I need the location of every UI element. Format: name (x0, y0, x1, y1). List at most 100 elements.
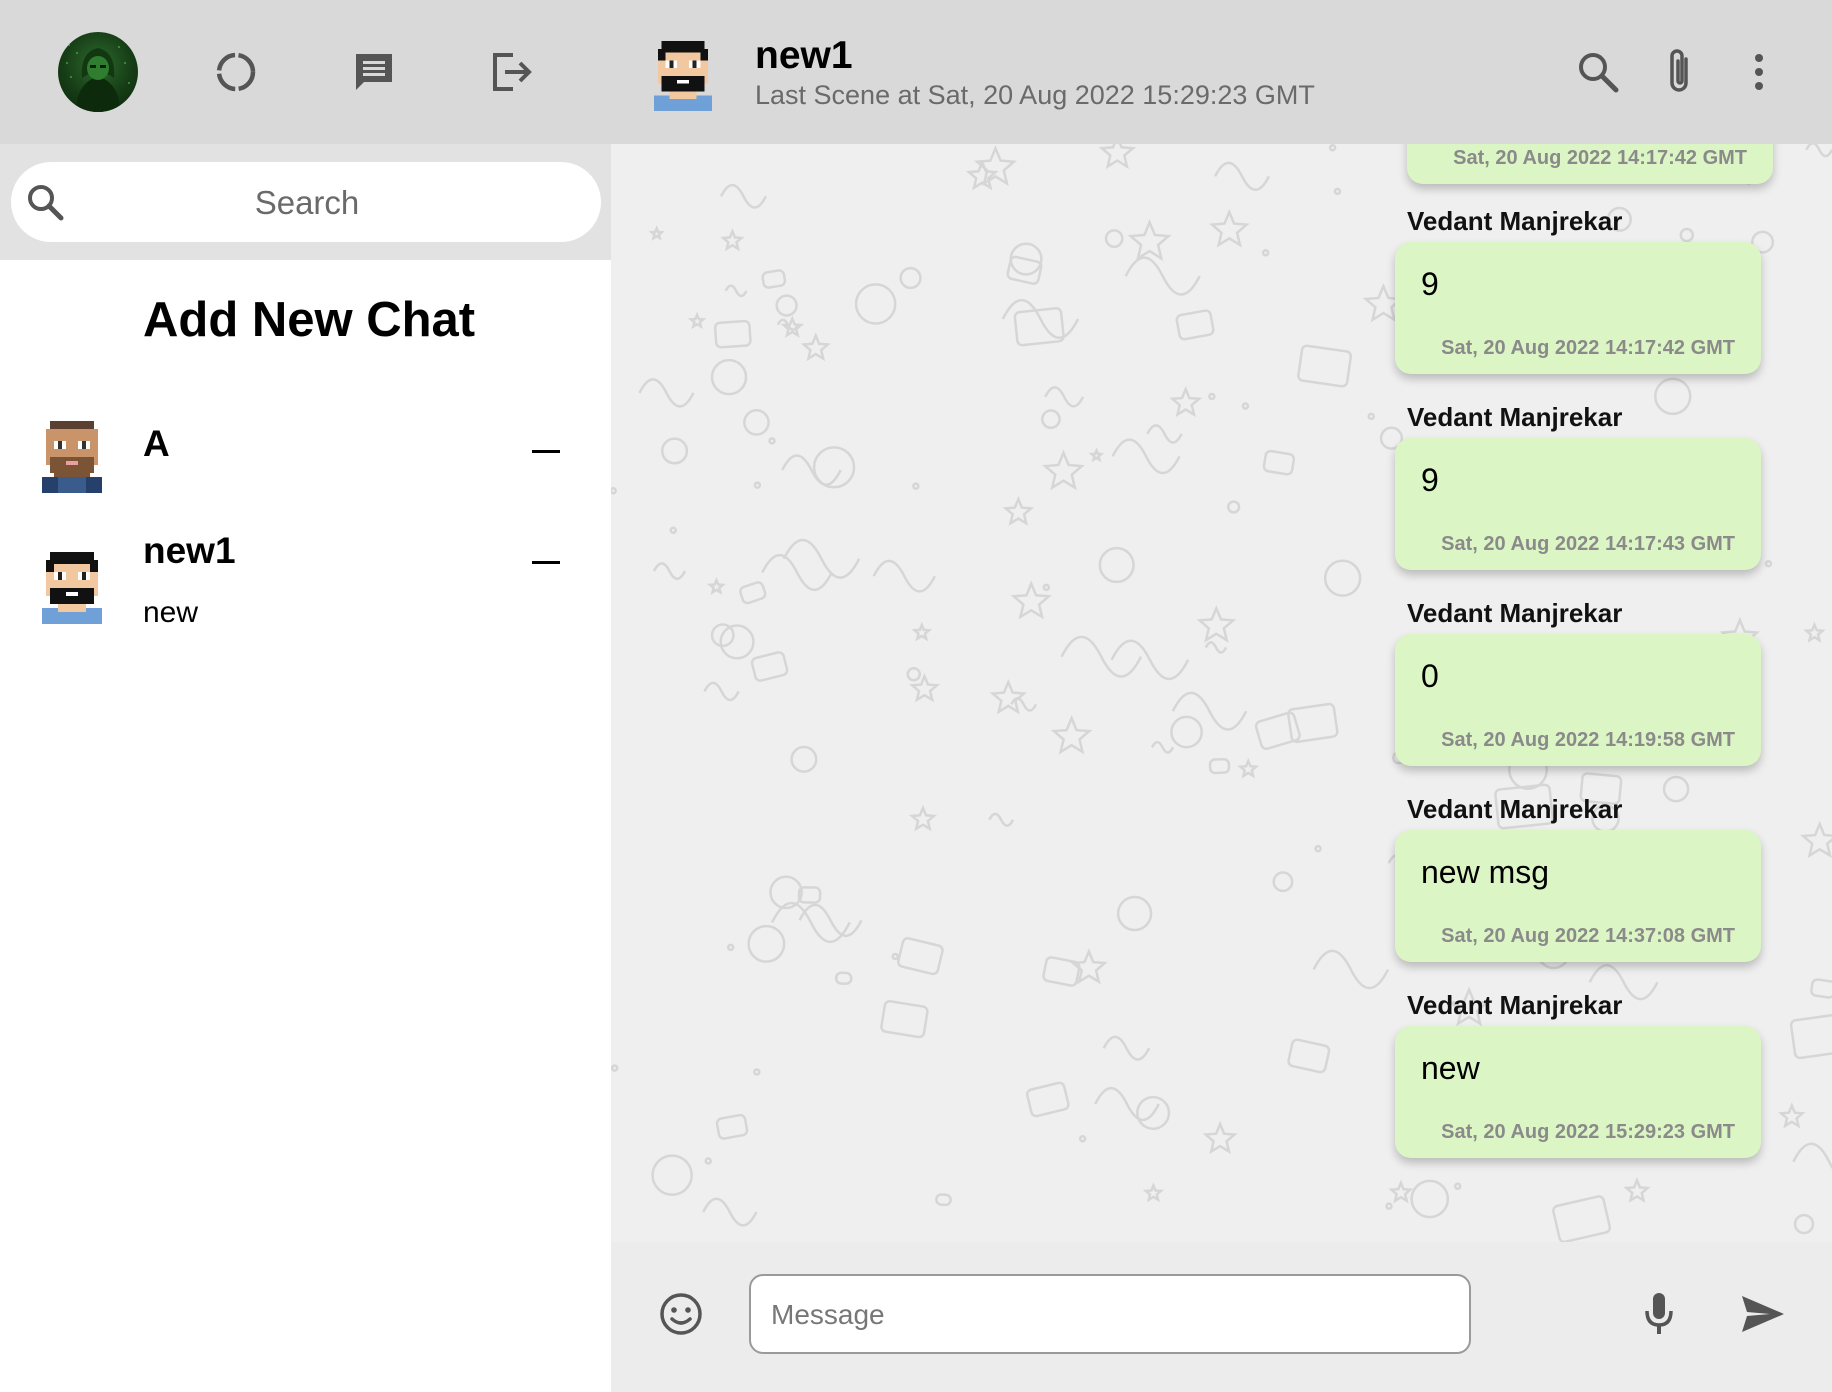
wallpaper-doodle (1104, 229, 1124, 248)
wallpaper-doodle (1792, 1142, 1832, 1170)
sidebar: Add New Chat A (0, 0, 611, 1392)
wallpaper-doodle (1789, 1013, 1832, 1060)
search-icon[interactable] (1570, 44, 1626, 100)
wallpaper-doodle (753, 1068, 761, 1076)
wallpaper-doodle (1202, 1120, 1238, 1155)
chat-list-item[interactable]: A (0, 405, 611, 515)
chat-avatar[interactable] (650, 36, 716, 112)
message-area[interactable]: Sat, 20 Aug 2022 14:17:42 GMT Vedant Man… (611, 144, 1832, 1242)
wallpaper-doodle (1042, 583, 1051, 592)
more-vert-icon[interactable] (1731, 44, 1787, 100)
wallpaper-doodle (1025, 1081, 1070, 1118)
mic-icon[interactable] (1634, 1289, 1684, 1339)
wallpaper-doodle (1453, 1182, 1462, 1191)
chat-pane: new1 Last Scene at Sat, 20 Aug 2022 15:2… (611, 0, 1832, 1392)
message-bubble[interactable]: new msg Sat, 20 Aug 2022 14:37:08 GMT (1395, 830, 1761, 962)
wallpaper-doodle (781, 454, 842, 486)
message-text: 0 (1421, 658, 1439, 694)
logout-icon[interactable] (484, 44, 540, 100)
wallpaper-doodle (989, 678, 1028, 715)
message-sender: Vedant Manjrekar (1407, 206, 1623, 236)
wallpaper-doodle (782, 538, 861, 579)
wallpaper-doodle (1208, 757, 1231, 775)
wallpaper-doodle (1088, 447, 1105, 463)
wallpaper-doodle (1803, 621, 1826, 643)
wallpaper-doodle (724, 284, 748, 298)
contact-avatar (38, 417, 106, 493)
wallpaper-doodle (1013, 307, 1065, 347)
new-chat-icon[interactable] (346, 44, 402, 100)
add-new-chat-button[interactable]: Add New Chat (143, 292, 475, 348)
wallpaper-doodle (660, 437, 689, 465)
wallpaper-doodle (800, 332, 831, 362)
wallpaper-doodle (1196, 605, 1237, 643)
status-icon[interactable] (208, 44, 264, 100)
message-sender: Vedant Manjrekar (1407, 598, 1623, 628)
wallpaper-doodle (906, 667, 922, 682)
send-icon[interactable] (1735, 1289, 1791, 1339)
wallpaper-doodle (715, 1113, 749, 1140)
profile-avatar[interactable] (58, 32, 138, 112)
message-bubble[interactable]: new Sat, 20 Aug 2022 15:29:23 GMT (1395, 1026, 1761, 1158)
wallpaper-doodle (834, 971, 853, 986)
message-time: Sat, 20 Aug 2022 14:17:42 GMT (1453, 147, 1747, 169)
wallpaper-doodle (1098, 546, 1135, 584)
wallpaper-doodle (1237, 757, 1260, 779)
message-time: Sat, 20 Aug 2022 14:19:58 GMT (1441, 729, 1735, 751)
wallpaper-doodle (1764, 560, 1773, 568)
message-input-box[interactable] (749, 1274, 1471, 1354)
wallpaper-doodle (726, 943, 735, 952)
wallpaper-doodle (1204, 641, 1228, 654)
wallpaper-doodle (1060, 635, 1143, 678)
message-input[interactable] (769, 1286, 1453, 1344)
sidebar-header (0, 0, 611, 144)
wallpaper-doodle (669, 526, 677, 535)
wallpaper-doodle (1111, 438, 1181, 475)
wallpaper-doodle (1552, 1195, 1612, 1242)
wallpaper-doodle (702, 1197, 758, 1227)
message-bubble[interactable]: 0 Sat, 20 Aug 2022 14:19:58 GMT (1395, 634, 1761, 766)
wallpaper-doodle (1805, 144, 1832, 158)
wallpaper-doodle (704, 1157, 712, 1165)
wallpaper-doodle (899, 266, 922, 290)
wallpaper-doodle (743, 409, 770, 436)
wallpaper-doodle (1050, 714, 1093, 755)
chat-menu-dash[interactable] (532, 561, 560, 564)
wallpaper-doodle (1777, 1102, 1806, 1129)
wallpaper-doodle (1312, 949, 1390, 990)
chat-name: new1 (143, 530, 236, 571)
wallpaper-doodle (1799, 820, 1832, 859)
wallpaper-doodle (747, 924, 786, 963)
search-area (0, 144, 611, 260)
wallpaper-doodle (1314, 844, 1322, 853)
wallpaper-doodle (1098, 144, 1137, 170)
wallpaper-doodle (872, 559, 936, 593)
message-time: Sat, 20 Aug 2022 14:37:08 GMT (1441, 925, 1735, 947)
wallpaper-doodle (761, 269, 787, 289)
wallpaper-doodle (1078, 1135, 1087, 1143)
wallpaper-doodle (1002, 495, 1035, 526)
wallpaper-doodle (638, 378, 695, 408)
message-time: Sat, 20 Aug 2022 14:17:42 GMT (1441, 337, 1735, 359)
chat-last-message: new (143, 596, 199, 629)
message-bubble[interactable]: Sat, 20 Aug 2022 14:17:42 GMT (1407, 144, 1773, 184)
message-time: Sat, 20 Aug 2022 14:17:43 GMT (1441, 533, 1735, 555)
wallpaper-doodle (1323, 559, 1362, 597)
chat-menu-dash[interactable] (532, 450, 560, 453)
wallpaper-doodle (652, 562, 687, 581)
search-input[interactable] (75, 172, 539, 234)
wallpaper-doodle (720, 228, 745, 252)
chat-list-item[interactable]: new1 new (0, 530, 611, 640)
wallpaper-doodle (1793, 1213, 1815, 1235)
message-bubble[interactable]: 9 Sat, 20 Aug 2022 14:17:42 GMT (1395, 242, 1761, 374)
wallpaper-doodle (710, 358, 748, 396)
message-text: 9 (1421, 462, 1439, 498)
attach-icon[interactable] (1652, 44, 1708, 100)
emoji-icon[interactable] (656, 1289, 706, 1339)
wallpaper-doodle (988, 812, 1015, 827)
wallpaper-doodle (713, 319, 752, 349)
wallpaper-doodle (775, 294, 798, 317)
message-bubble[interactable]: 9 Sat, 20 Aug 2022 14:17:43 GMT (1395, 438, 1761, 570)
wallpaper-doodle (1213, 161, 1271, 191)
search-box[interactable] (11, 162, 601, 242)
